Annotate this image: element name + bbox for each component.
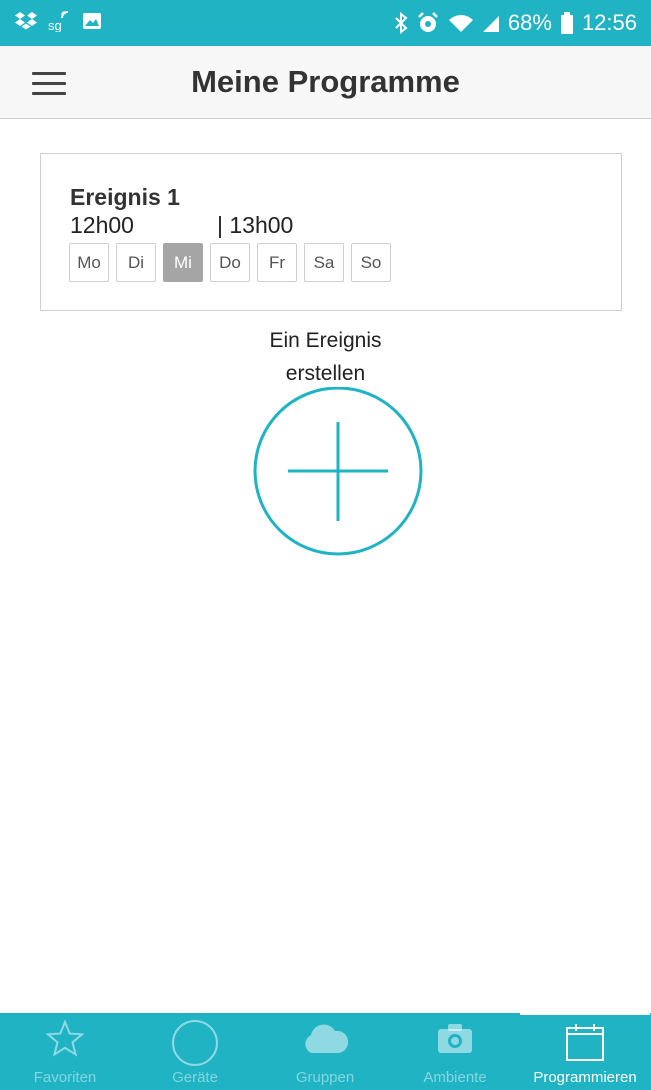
- circle-icon: [130, 1019, 260, 1066]
- day-chip-mo[interactable]: Mo: [69, 243, 109, 282]
- image-icon: [82, 12, 102, 30]
- create-event-label-line2: erstellen: [285, 362, 366, 385]
- nav-favoriten-label: Favoriten: [33, 1069, 97, 1086]
- battery-percent: 68%: [507, 10, 552, 35]
- day-chip-do[interactable]: Do: [210, 243, 250, 282]
- day-chip-so[interactable]: So: [351, 243, 391, 282]
- event-end-time: | 13h00: [217, 212, 294, 238]
- page-title: Meine Programme: [191, 64, 460, 99]
- sg-icon: sg: [48, 10, 72, 32]
- weekday-selector: Mo Di Mi Do Fr Sa So: [69, 243, 391, 282]
- event-start-time: 12h00: [70, 212, 134, 238]
- dropbox-icon: [14, 11, 38, 31]
- nav-favoriten[interactable]: Favoriten: [0, 1013, 130, 1090]
- day-chip-sa[interactable]: Sa: [304, 243, 344, 282]
- day-chip-mi[interactable]: Mi: [163, 243, 203, 282]
- calendar-icon: [520, 1021, 650, 1065]
- signal-icon: [482, 12, 500, 34]
- bottom-nav: Favoriten Geräte Gruppen Ambiente Progra…: [0, 1013, 651, 1090]
- event-title: Ereignis 1: [70, 184, 180, 210]
- nav-programmieren-label: Programmieren: [533, 1069, 637, 1086]
- status-bar-right: 68% 12:56: [394, 0, 637, 46]
- create-event-label: Ein Ereignis erstellen: [0, 324, 651, 390]
- nav-gruppen-label: Gruppen: [295, 1069, 355, 1086]
- alarm-icon: [416, 11, 440, 35]
- status-bar-left-icons: sg: [14, 10, 102, 32]
- nav-geraete[interactable]: Geräte: [130, 1013, 260, 1090]
- nav-geraete-label: Geräte: [172, 1069, 218, 1086]
- nav-gruppen[interactable]: Gruppen: [260, 1013, 390, 1090]
- cloud-icon: [260, 1019, 390, 1063]
- wifi-icon: [448, 12, 474, 34]
- svg-text:sg: sg: [48, 18, 62, 32]
- nav-ambiente[interactable]: Ambiente: [390, 1013, 520, 1090]
- bluetooth-icon: [394, 12, 408, 34]
- day-chip-fr[interactable]: Fr: [257, 243, 297, 282]
- nav-ambiente-label: Ambiente: [423, 1069, 487, 1086]
- event-card[interactable]: Ereignis 1 12h00 | 13h00 Mo Di Mi Do Fr …: [40, 153, 622, 311]
- day-chip-di[interactable]: Di: [116, 243, 156, 282]
- create-event-label-line1: Ein Ereignis: [269, 329, 382, 352]
- clock: 12:56: [581, 10, 637, 35]
- battery-icon: [560, 11, 574, 35]
- status-bar: sg 68% 12:56: [0, 0, 651, 46]
- star-icon: [0, 1019, 130, 1063]
- nav-programmieren[interactable]: Programmieren: [520, 1013, 650, 1090]
- add-circle-icon[interactable]: [252, 386, 424, 559]
- camera-icon: [390, 1019, 520, 1063]
- app-bar: Meine Programme: [0, 46, 651, 119]
